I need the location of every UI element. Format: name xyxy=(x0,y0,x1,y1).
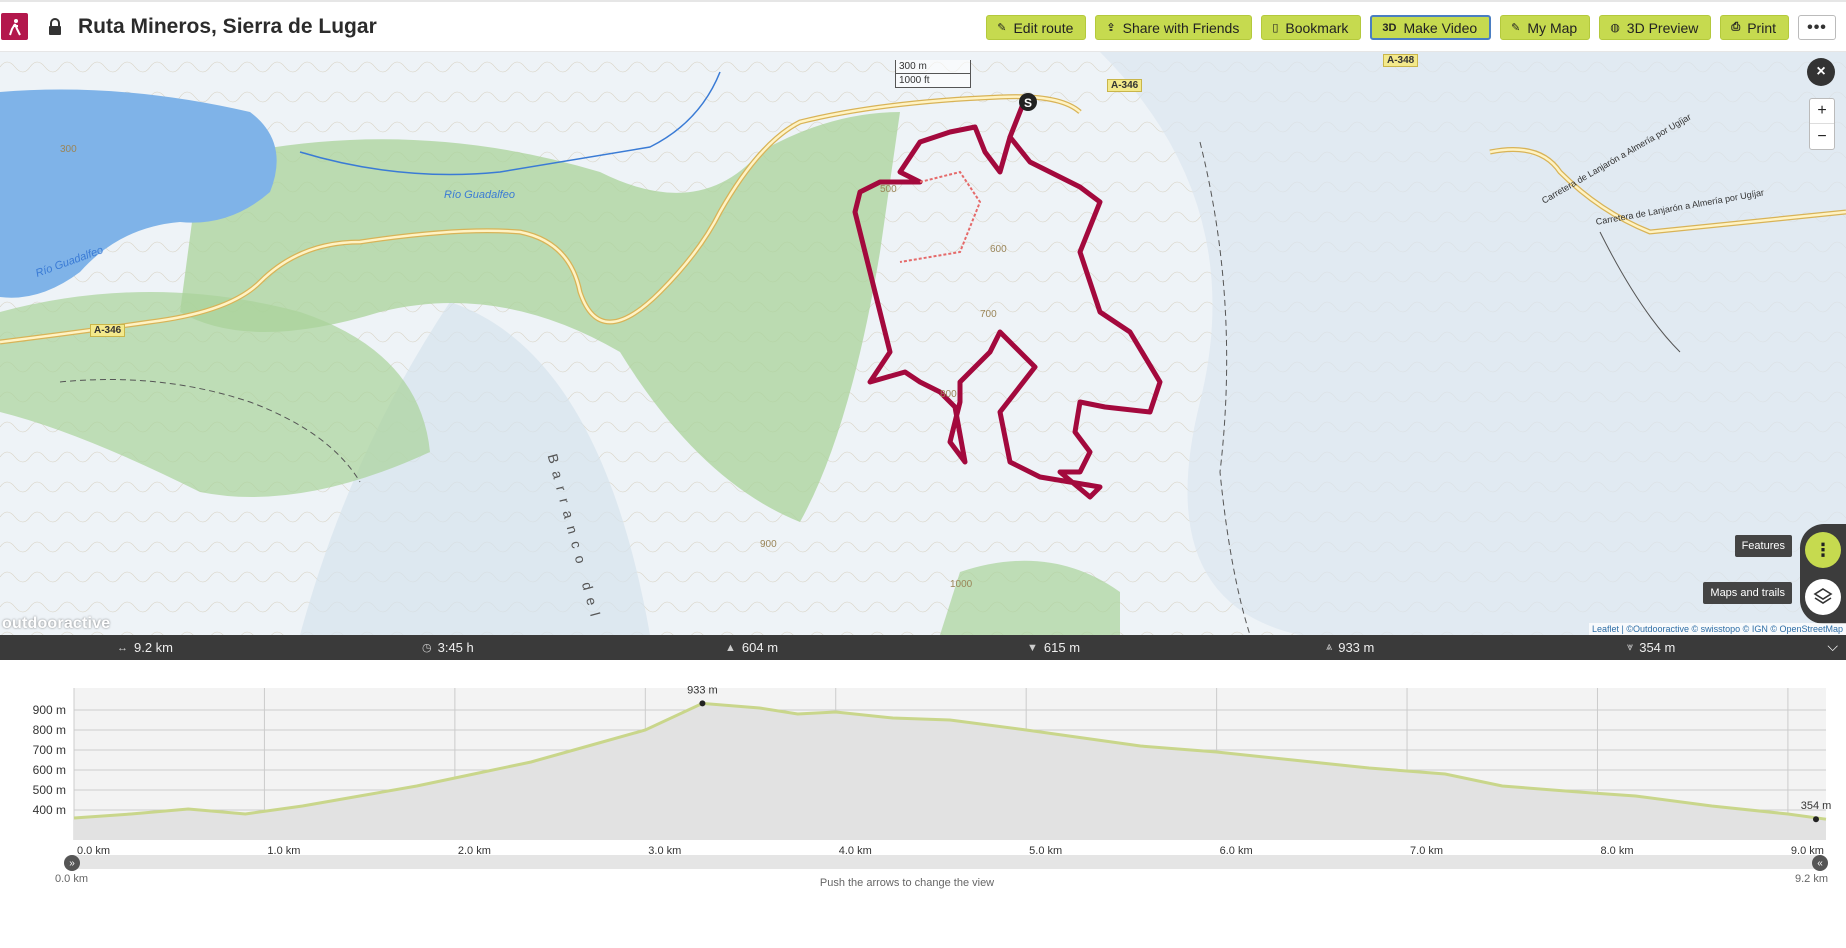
max-elevation-label: 933 m xyxy=(687,684,718,696)
print-button[interactable]: ⎙ Print xyxy=(1720,15,1789,40)
highest-point-icon: ⩓ xyxy=(1326,641,1333,653)
start-marker-label: S xyxy=(1024,96,1032,110)
y-tick-label: 700 m xyxy=(33,743,66,757)
top-header: Ruta Mineros, Sierra de Lugar ✎ Edit rou… xyxy=(0,0,1846,52)
close-map-button[interactable]: × xyxy=(1807,58,1835,86)
scale-imperial: 1000 ft xyxy=(895,74,971,88)
y-tick-label: 900 m xyxy=(33,703,66,717)
stat-descent: ▼ 615 m xyxy=(1027,640,1080,655)
bookmark-icon: ▯ xyxy=(1272,22,1279,34)
share-icon: ⇪ xyxy=(1106,22,1116,34)
y-tick-label: 500 m xyxy=(33,783,66,797)
elevation-profile[interactable]: 900 m 800 m 700 m 600 m 500 m 400 m 0.0 km 1.0 … xyxy=(0,660,1846,860)
zoom-control: + − xyxy=(1809,98,1835,150)
y-tick-label: 800 m xyxy=(33,723,66,737)
max-elevation-point xyxy=(699,700,706,707)
y-tick-label: 400 m xyxy=(33,803,66,817)
my-map-label: My Map xyxy=(1527,19,1578,36)
stat-highest: ⩓ 933 m xyxy=(1326,640,1374,655)
scale-bar: 300 m 1000 ft xyxy=(895,60,971,88)
make-video-label: Make Video xyxy=(1403,19,1478,36)
outdooractive-logo: outdooractive xyxy=(2,615,111,632)
hiking-logo-icon xyxy=(1,13,28,40)
min-elevation-point xyxy=(1813,816,1819,823)
scale-metric: 300 m xyxy=(895,60,971,74)
globe-icon: ◍ xyxy=(1610,22,1620,34)
stat-lowest: ⩔ 354 m xyxy=(1627,640,1675,655)
toolbar: ✎ Edit route ⇪ Share with Friends ▯ Book… xyxy=(986,15,1836,40)
map-canvas[interactable]: S 300 500 600 700 800 900 1000 xyxy=(0,52,1846,635)
layers-button[interactable] xyxy=(1805,579,1841,615)
lock-icon[interactable] xyxy=(44,15,66,39)
contour-label: 600 xyxy=(990,244,1007,255)
contour-label: 900 xyxy=(760,539,777,550)
road-label: A-346 xyxy=(90,324,126,337)
ascent-value: 604 m xyxy=(741,640,779,655)
bookmark-label: Bookmark xyxy=(1285,19,1349,36)
my-map-icon: ✎ xyxy=(1511,22,1521,34)
lowest-value: 354 m xyxy=(1639,640,1676,655)
distance-icon: ↔ xyxy=(117,641,128,654)
contour-label: 300 xyxy=(60,144,77,155)
bookmark-button[interactable]: ▯ Bookmark xyxy=(1261,15,1362,40)
zoom-in-button[interactable]: + xyxy=(1810,99,1834,124)
printer-icon: ⎙ xyxy=(1731,21,1741,33)
features-tooltip: Features xyxy=(1734,535,1792,557)
stat-duration: ◷ 3:45 h xyxy=(422,640,474,655)
3d-preview-label: 3D Preview xyxy=(1626,19,1699,36)
map-attribution[interactable]: Leaflet | ©Outdooractive © swisstopo © I… xyxy=(1589,623,1846,635)
my-map-button[interactable]: ✎ My Map xyxy=(1500,15,1591,40)
contour-label: 700 xyxy=(980,309,997,320)
features-button[interactable]: ⋮ xyxy=(1805,532,1841,568)
duration-value: 3:45 h xyxy=(437,640,474,655)
lowest-point-icon: ⩔ xyxy=(1627,641,1634,653)
river-label: Río Guadalfeo xyxy=(444,189,515,201)
elevation-chart[interactable]: 900 m800 m700 m600 m500 m400 m0.0 km 1.0 … xyxy=(0,660,1846,860)
road-label: A-346 xyxy=(1107,79,1143,92)
stat-distance: ↔ 9.2 km xyxy=(117,640,173,655)
contour-label: 500 xyxy=(880,184,897,195)
clock-icon: ◷ xyxy=(422,642,432,654)
print-label: Print xyxy=(1747,19,1776,36)
slider-hint: Push the arrows to change the view xyxy=(819,877,995,889)
share-label: Share with Friends xyxy=(1122,19,1240,36)
contour-label: 800 xyxy=(940,389,957,400)
distance-value: 9.2 km xyxy=(134,640,174,655)
map-view[interactable]: S 300 500 600 700 800 900 1000 300 m 100… xyxy=(0,52,1846,635)
zoom-out-button[interactable]: − xyxy=(1810,124,1834,149)
min-elevation-label: 354 m xyxy=(1801,800,1832,812)
share-button[interactable]: ⇪ Share with Friends xyxy=(1095,15,1253,40)
contour-label: 1000 xyxy=(950,579,973,590)
edit-route-label: Edit route xyxy=(1013,19,1074,36)
stat-ascent: ▲ 604 m xyxy=(725,640,778,655)
edit-route-button[interactable]: ✎ Edit route xyxy=(986,15,1087,40)
range-end-handle[interactable]: « xyxy=(1812,855,1828,871)
layers-icon xyxy=(1813,588,1833,604)
ascent-icon: ▲ xyxy=(725,641,736,654)
more-options-button[interactable]: ••• xyxy=(1798,15,1836,40)
maps-trails-tooltip: Maps and trails xyxy=(1703,582,1792,604)
y-tick-label: 600 m xyxy=(33,763,66,777)
3d-preview-button[interactable]: ◍ 3D Preview xyxy=(1599,15,1712,40)
highest-value: 933 m xyxy=(1338,640,1375,655)
descent-icon: ▼ xyxy=(1027,641,1038,654)
3d-video-icon: 3D xyxy=(1382,21,1397,34)
road-label: A-348 xyxy=(1383,54,1419,67)
route-stats-bar: ↔ 9.2 km ◷ 3:45 h ▲ 604 m ▼ 615 m ⩓ 933 … xyxy=(0,635,1846,660)
collapse-chevron-icon[interactable]: ⌵ xyxy=(1827,638,1838,655)
make-video-button[interactable]: 3D Make Video xyxy=(1370,15,1492,40)
descent-value: 615 m xyxy=(1043,640,1081,655)
edit-icon: ✎ xyxy=(997,22,1007,34)
page-title: Ruta Mineros, Sierra de Lugar xyxy=(78,14,377,38)
range-slider-track[interactable] xyxy=(64,855,1826,869)
range-start-handle[interactable]: » xyxy=(64,855,80,871)
